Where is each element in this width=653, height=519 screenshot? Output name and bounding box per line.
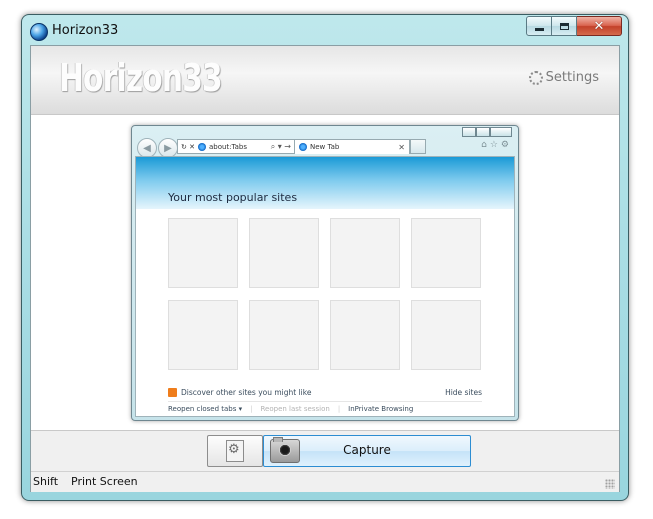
settings-spinner-icon <box>528 70 543 85</box>
window-title: Horizon33 <box>52 23 119 38</box>
preview-page-content: Your most popular sites Discover other s… <box>135 156 515 417</box>
capture-button[interactable]: Capture <box>263 435 471 467</box>
status-modifier: Shift <box>33 475 59 488</box>
forward-icon: ▶ <box>158 138 178 158</box>
action-toolbar: Capture <box>31 431 619 471</box>
maximize-button[interactable] <box>552 16 577 36</box>
tab-close-icon: ✕ <box>398 142 405 152</box>
client-area: Horizon33 Settings ◀ ▶ ↻ ✕ about:Tabs ⌕ … <box>30 45 620 492</box>
popular-sites-heading: Your most popular sites <box>168 191 298 204</box>
footer-separator: | <box>337 405 341 413</box>
site-tile <box>168 300 238 370</box>
back-icon: ◀ <box>137 138 157 158</box>
preview-close-icon <box>490 127 512 137</box>
maximize-icon <box>559 22 569 30</box>
discover-sites: Discover other sites you might like <box>168 388 311 397</box>
preview-browser-window: ◀ ▶ ↻ ✕ about:Tabs ⌕ ▾ → New Tab ✕ ⌂☆⚙ Y… <box>131 125 519 421</box>
minimize-button[interactable] <box>526 16 552 36</box>
preview-maximize-icon <box>476 127 490 137</box>
app-globe-icon <box>30 23 48 41</box>
footer-separator: | <box>250 405 253 413</box>
reopen-closed-tabs: Reopen closed tabs ▾ <box>168 405 243 413</box>
close-button[interactable]: ✕ <box>577 16 622 36</box>
site-tile <box>411 300 481 370</box>
status-bar: Shift Print Screen <box>31 471 619 492</box>
inprivate-browsing: InPrivate Browsing <box>348 405 414 413</box>
close-icon: ✕ <box>593 18 605 34</box>
site-tile <box>168 218 238 288</box>
settings-link[interactable]: Settings <box>528 70 599 85</box>
preview-tab-title: New Tab <box>310 143 340 151</box>
settings-label: Settings <box>545 70 599 85</box>
preview-address-bar: ↻ ✕ about:Tabs ⌕ ▾ → <box>177 139 295 154</box>
tab-page-icon <box>299 143 307 151</box>
brand-logo: Horizon33 <box>59 56 223 100</box>
gear-icon <box>226 440 244 462</box>
refresh-stop-icons: ↻ ✕ <box>181 142 195 151</box>
minimize-icon <box>534 28 544 31</box>
status-hotkey: Print Screen <box>71 475 138 488</box>
preview-nav-buttons: ◀ ▶ <box>137 138 179 158</box>
ie-page-icon <box>197 142 206 151</box>
capture-label: Capture <box>343 443 391 457</box>
window-controls: ✕ <box>526 16 622 36</box>
site-tile <box>411 218 481 288</box>
site-tile <box>330 218 400 288</box>
address-tools-icons: ⌕ ▾ → <box>270 141 291 151</box>
preview-window-controls <box>462 127 512 137</box>
title-bar[interactable]: Horizon33 ✕ <box>22 15 628 45</box>
reopen-last-session: Reopen last session <box>260 405 330 413</box>
preview-address-text: about:Tabs <box>208 142 248 151</box>
resize-grip-icon[interactable] <box>605 479 615 489</box>
suggested-sites-icon <box>168 388 177 397</box>
site-tile <box>249 218 319 288</box>
app-window: Horizon33 ✕ Horizon33 Settings ◀ ▶ ↻ ✕ a… <box>21 14 629 501</box>
options-button[interactable] <box>207 435 263 467</box>
hide-sites: Hide sites <box>445 388 482 397</box>
home-favorites-tools-icons: ⌂☆⚙ <box>481 140 512 150</box>
screenshot-preview: ◀ ▶ ↻ ✕ about:Tabs ⌕ ▾ → New Tab ✕ ⌂☆⚙ Y… <box>31 115 619 431</box>
site-tile <box>249 300 319 370</box>
sites-grid <box>168 218 481 370</box>
discover-text: Discover other sites you might like <box>181 388 312 397</box>
preview-tab: New Tab ✕ <box>294 139 410 154</box>
new-tab-stub <box>410 139 426 154</box>
header-band: Horizon33 Settings <box>31 46 619 115</box>
preview-minimize-icon <box>462 127 476 137</box>
preview-footer-links: Reopen closed tabs ▾ | Reopen last sessi… <box>168 401 482 413</box>
site-tile <box>330 300 400 370</box>
